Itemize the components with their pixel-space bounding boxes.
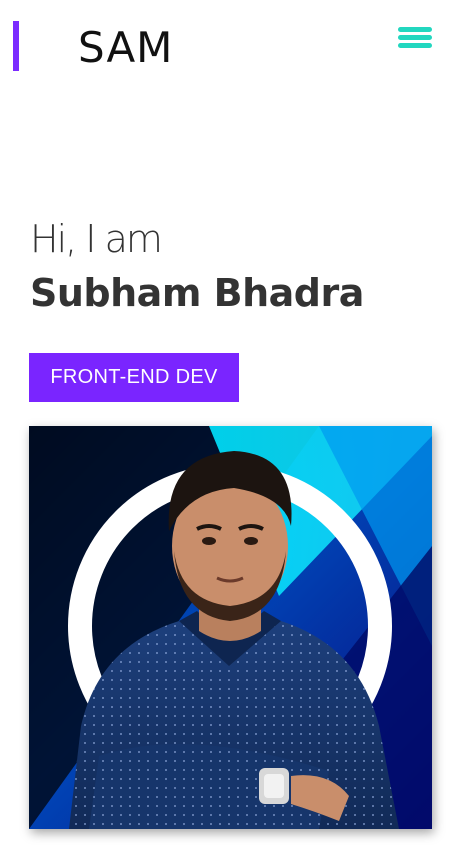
hamburger-menu-icon[interactable]: [398, 27, 432, 51]
hero-name: Subham Bhadra: [30, 271, 364, 315]
menu-line: [398, 43, 432, 48]
portrait-photo: [29, 426, 432, 829]
hero-greeting: Hi, I am: [30, 217, 163, 261]
menu-line: [398, 35, 432, 40]
menu-line: [398, 27, 432, 32]
page: SAM Hi, I am Subham Bhadra FRONT-END DEV: [0, 0, 463, 853]
site-logo[interactable]: SAM: [78, 22, 173, 74]
header-accent-bar: [13, 21, 19, 71]
portrait-illustration: [29, 426, 432, 829]
role-button[interactable]: FRONT-END DEV: [29, 353, 239, 402]
